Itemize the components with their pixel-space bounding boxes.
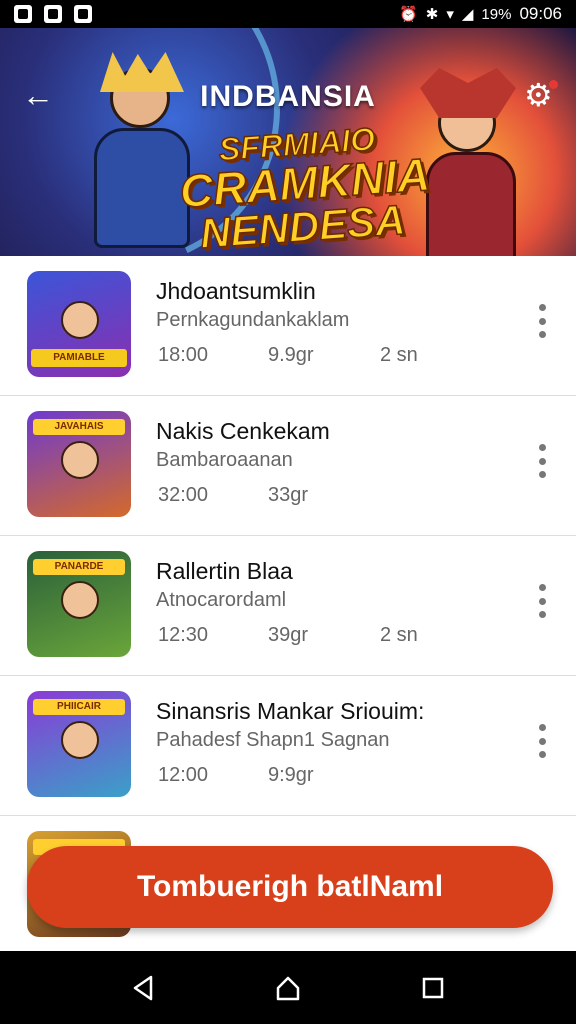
- triangle-back-icon: [133, 975, 152, 1000]
- item-subtitle: Atnocarordaml: [156, 589, 287, 611]
- battery-level: 19%: [481, 5, 512, 23]
- item-time: 18:00: [158, 344, 209, 366]
- back-button[interactable]: ←: [22, 77, 56, 114]
- item-subtitle: Pahadesf Shapn1 Sagnan: [156, 729, 390, 751]
- arrow-left-icon: ←: [22, 77, 54, 113]
- signal-icon: ◢: [461, 6, 474, 23]
- more-options-button[interactable]: [532, 444, 552, 478]
- square-recents-icon: [423, 977, 444, 998]
- notification-icon: [44, 5, 62, 23]
- more-options-button[interactable]: [532, 304, 552, 338]
- item-size: 9:9gr: [268, 764, 314, 786]
- thumbnail-text: PAMIABLE: [31, 349, 127, 367]
- home-icon: [276, 976, 300, 1000]
- item-title: Sinansris Mankar Sriouim:: [156, 698, 425, 724]
- item-subtitle: Bambaroaanan: [156, 449, 293, 471]
- item-size: 39gr: [268, 624, 309, 646]
- thumbnail-text: JAVAHAIS: [33, 419, 125, 435]
- list-item[interactable]: PHIICAIR Sinansris Mankar Sriouim: Pahad…: [0, 676, 576, 816]
- hero-banner: INDBANSIA SFRMIAIO CRAMKNIA NENDESA ← ⚙: [0, 28, 576, 256]
- bluetooth-icon: ✱: [425, 6, 439, 23]
- item-size: 9.9gr: [268, 344, 314, 366]
- game-logo: SFRMIAIO CRAMKNIA NENDESA: [176, 120, 432, 256]
- game-thumbnail: PANARDE: [27, 551, 131, 657]
- more-options-button[interactable]: [532, 584, 552, 618]
- list-item[interactable]: JAVAHAIS Nakis Cenkekam Bambaroaanan 32:…: [0, 396, 576, 536]
- more-options-button[interactable]: [532, 724, 552, 758]
- item-title: Rallertin Blaa: [156, 558, 293, 584]
- navigation-bar: [0, 951, 576, 1024]
- item-time: 12:30: [158, 624, 209, 646]
- notification-icon: [14, 5, 32, 23]
- status-bar: ⏰ ✱ ▾ ◢ 19% 09:06: [0, 0, 576, 28]
- list-item[interactable]: PANARDE Rallertin Blaa Atnocarordaml 12:…: [0, 536, 576, 676]
- system-icons: ⏰ ✱ ▾ ◢ 19% 09:06: [399, 4, 562, 24]
- notification-dot: [549, 80, 558, 89]
- game-thumbnail: JAVAHAIS: [27, 411, 131, 517]
- item-time: 12:00: [158, 764, 209, 786]
- item-subtitle: Pernkagundankaklam: [156, 309, 350, 331]
- game-thumbnail: PHIICAIR: [27, 691, 131, 797]
- settings-button[interactable]: ⚙: [524, 78, 560, 114]
- notification-icon: [74, 5, 92, 23]
- thumbnail-text: PHIICAIR: [33, 699, 125, 715]
- nav-home-button[interactable]: [268, 968, 308, 1008]
- item-duration: 2 sn: [380, 624, 418, 646]
- game-thumbnail: PAMIABLE: [27, 271, 131, 377]
- primary-action-button[interactable]: Tombuerigh batlNaml: [27, 846, 553, 928]
- item-size: 33gr: [268, 484, 309, 506]
- item-duration: 2 sn: [380, 344, 418, 366]
- notification-icons: [14, 5, 92, 23]
- wifi-icon: ▾: [446, 6, 454, 23]
- item-title: Nakis Cenkekam: [156, 418, 330, 444]
- nav-recents-button[interactable]: [413, 968, 453, 1008]
- thumbnail-text: PANARDE: [33, 559, 125, 575]
- list-item[interactable]: PAMIABLE Jhdoantsumklin Pernkagundankakl…: [0, 256, 576, 396]
- clock: 09:06: [519, 4, 562, 23]
- item-time: 32:00: [158, 484, 209, 506]
- nav-back-button[interactable]: [123, 968, 163, 1008]
- item-title: Jhdoantsumklin: [156, 278, 316, 304]
- alarm-icon: ⏰: [399, 6, 418, 23]
- page-title: INDBANSIA: [200, 80, 376, 113]
